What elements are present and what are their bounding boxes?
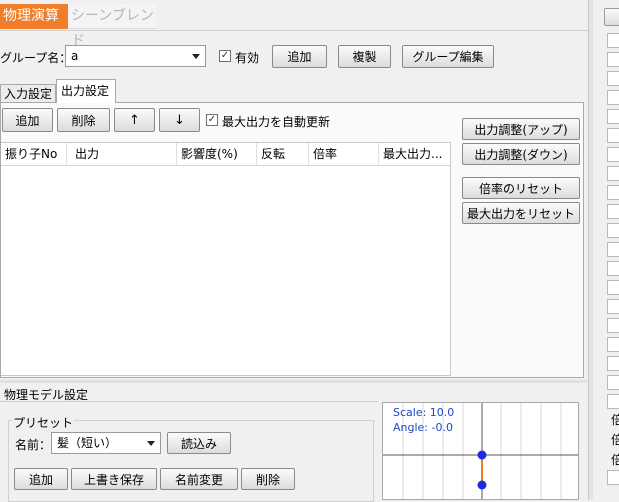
right-list-item[interactable] [607,242,619,257]
right-list-item[interactable] [607,299,619,314]
right-list-item[interactable] [607,52,619,67]
right-list-item[interactable] [607,147,619,162]
right-list-item[interactable] [607,223,619,238]
right-list-item[interactable] [607,261,619,276]
right-list-label: 倍 [611,453,619,467]
right-list-item[interactable] [607,128,619,143]
right-list-item[interactable] [607,318,619,333]
right-list-item[interactable] [607,109,619,124]
right-list-item[interactable] [607,33,619,48]
right-list-item[interactable] [607,470,619,485]
right-list-item[interactable] [607,90,619,105]
right-list-item[interactable] [607,71,619,86]
right-list-item[interactable] [607,394,619,409]
right-list-label: 倍 [611,433,619,447]
right-list-item[interactable] [607,356,619,371]
right-list-item[interactable] [607,337,619,352]
right-list-item[interactable] [607,185,619,200]
right-list-label: 倍 [611,413,619,427]
right-list-item[interactable] [607,375,619,390]
right-list-item[interactable] [607,280,619,295]
tab-output-settings-label: 出力設定 [61,84,110,98]
right-list-item[interactable] [607,204,619,219]
right-list-item[interactable] [607,166,619,181]
right-panel-list: 倍 倍 倍 [0,0,619,500]
tab-output-settings[interactable]: 出力設定 [56,79,116,103]
